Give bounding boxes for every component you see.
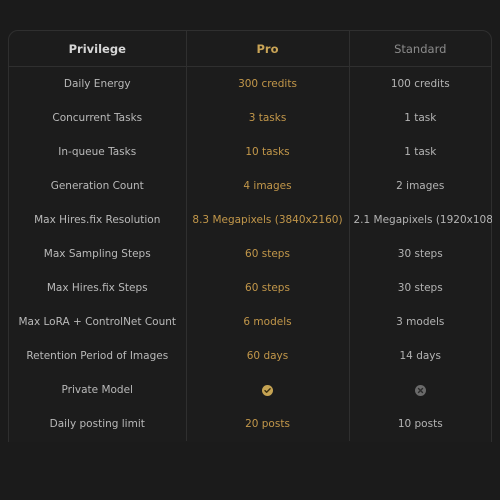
cell-standard: 2.1 Megapixels (1920x1080) — [348, 203, 492, 237]
comparison-page: Privilege Pro Standard Daily Energy 300 … — [0, 0, 500, 500]
x-circle-icon — [414, 384, 426, 396]
cell-pro: 300 credits — [185, 66, 349, 101]
cell-standard: 10 posts — [348, 407, 491, 441]
table-header: Privilege Pro Standard — [9, 31, 491, 67]
cell-pro — [185, 373, 349, 407]
table-row: Retention Period of Images 60 days 14 da… — [9, 339, 491, 373]
cell-privilege: Max Hires.fix Steps — [46, 282, 148, 294]
cell-privilege: Private Model — [61, 384, 133, 396]
cell-privilege: Retention Period of Images — [26, 350, 169, 362]
table-row: Generation Count 4 images 2 images — [9, 169, 491, 203]
cell-pro: 60 days — [185, 339, 349, 373]
table-row: Max Hires.fix Steps 60 steps 30 steps — [9, 271, 491, 305]
column-header-privilege: Privilege — [9, 31, 186, 67]
cell-pro: 20 posts — [185, 407, 349, 441]
table-row: Max Hires.fix Resolution 8.3 Megapixels … — [9, 203, 492, 237]
cell-privilege: Max Hires.fix Resolution — [34, 214, 161, 226]
table-body: Daily Energy 300 credits 100 credits Con… — [9, 66, 492, 441]
cell-standard: 2 images — [348, 169, 491, 203]
table-row: Concurrent Tasks 3 tasks 1 task — [9, 101, 491, 135]
comparison-table-frame: Privilege Pro Standard Daily Energy 300 … — [8, 30, 492, 442]
cell-privilege: Max Sampling Steps — [43, 248, 151, 260]
cell-pro: 10 tasks — [185, 135, 349, 169]
cell-standard: 30 steps — [348, 237, 491, 271]
cell-privilege: Generation Count — [50, 180, 144, 192]
table-row: Daily Energy 300 credits 100 credits — [9, 66, 491, 101]
table-row: In-queue Tasks 10 tasks 1 task — [9, 135, 491, 169]
table-row: Private Model — [9, 373, 491, 407]
cell-standard: 14 days — [348, 339, 491, 373]
cell-privilege: Daily Energy — [63, 78, 131, 90]
cell-standard: 1 task — [348, 101, 491, 135]
table-row: Max Sampling Steps 60 steps 30 steps — [9, 237, 491, 271]
cell-pro: 6 models — [185, 305, 349, 339]
cell-pro: 8.3 Megapixels (3840x2160) — [185, 203, 349, 237]
cell-standard: 1 task — [348, 135, 491, 169]
table-row: Max LoRA + ControlNet Count 6 models 3 m… — [9, 305, 491, 339]
cell-standard — [348, 373, 491, 407]
cell-privilege: Max LoRA + ControlNet Count — [18, 316, 177, 328]
column-header-pro: Pro — [185, 31, 349, 67]
cell-privilege: Concurrent Tasks — [52, 112, 143, 124]
cell-pro: 4 images — [185, 169, 349, 203]
column-header-standard: Standard — [348, 31, 491, 67]
cell-standard: 30 steps — [348, 271, 491, 305]
cell-standard: 100 credits — [348, 66, 491, 101]
cell-standard: 3 models — [348, 305, 491, 339]
cell-pro: 60 steps — [185, 271, 349, 305]
check-circle-icon — [262, 384, 273, 396]
cell-privilege: Daily posting limit — [49, 418, 145, 430]
comparison-table-clip: Privilege Pro Standard Daily Energy 300 … — [8, 30, 492, 442]
cell-privilege: In-queue Tasks — [58, 146, 137, 158]
cell-pro: 60 steps — [185, 237, 349, 271]
table-row: Daily posting limit 20 posts 10 posts — [9, 407, 491, 441]
cell-pro: 3 tasks — [185, 101, 349, 135]
privilege-comparison-table: Privilege Pro Standard Daily Energy 300 … — [9, 31, 492, 441]
table-header-row: Privilege Pro Standard — [9, 31, 491, 67]
